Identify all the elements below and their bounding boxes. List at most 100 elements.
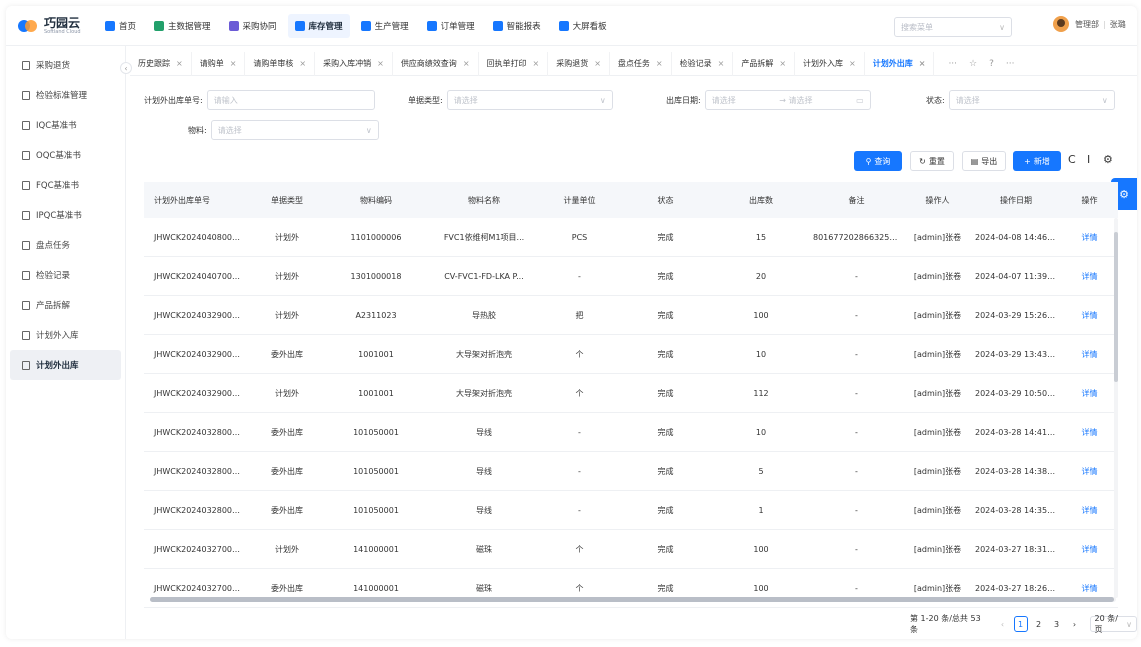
page-button[interactable]: 2 (1032, 616, 1046, 632)
tab-4[interactable]: 供应商绩效查询 × (393, 51, 479, 76)
column-height-icon[interactable]: I (1087, 153, 1090, 166)
detail-link[interactable]: 详情 (1061, 583, 1118, 594)
nav-item-3[interactable]: 库存管理 (287, 13, 350, 38)
nav-item-1[interactable]: 主数据管理 (147, 14, 218, 38)
close-icon[interactable]: × (594, 59, 601, 68)
tab-6[interactable]: 采购退货 × (548, 51, 610, 76)
more-icon[interactable]: ··· (948, 59, 957, 69)
tab-7[interactable]: 盘点任务 × (610, 51, 672, 76)
close-icon[interactable]: × (463, 59, 470, 68)
tab-3[interactable]: 采购入库冲销 × (315, 51, 393, 76)
material-select[interactable]: 请选择 ∨ (210, 120, 379, 140)
reset-button[interactable]: ↻ 重置 (910, 151, 954, 171)
table-row[interactable]: JHWCK2024032900001 计划外 1001001 大导架对折泡壳 个 完成 11… (144, 374, 1118, 413)
sidebar-item-1[interactable]: 检验标准管理 (6, 80, 125, 110)
table-row[interactable]: JHWCK2024032800007 委外出库 101050001 导线 - 完成 10 - [… (144, 413, 1118, 452)
table-row[interactable]: JHWCK2024040800002 计划外 1101000006 FVC1依维柯M1… (144, 218, 1118, 257)
help-icon[interactable]: ? (989, 59, 994, 69)
detail-link[interactable]: 详情 (1061, 232, 1118, 243)
user-menu[interactable]: 管理部 | 张璐 (1053, 16, 1126, 32)
table-cell: CV-FVC1-FD-LKA P... (444, 271, 524, 281)
close-icon[interactable]: × (919, 59, 926, 68)
table-row[interactable]: JHWCK2024032700025 计划外 141000001 磁珠 个 完成 100 - [… (144, 530, 1118, 569)
table-cell: 计划外 (275, 544, 299, 554)
detail-link[interactable]: 详情 (1061, 310, 1118, 321)
page-button[interactable]: 1 (1013, 616, 1028, 632)
table-row[interactable]: JHWCK2024032900002 委外出库 1001001 大导架对折泡壳 个 完成 1… (144, 335, 1118, 374)
export-button[interactable]: ▤ 导出 (962, 151, 1006, 171)
table-row[interactable]: JHWCK2024032800002 委外出库 101050001 导线 - 完成 5 - [a… (144, 452, 1118, 491)
close-icon[interactable]: × (779, 59, 786, 68)
detail-link[interactable]: 详情 (1061, 271, 1118, 282)
tab-8[interactable]: 检验记录 × (672, 51, 734, 76)
nav-item-6[interactable]: 智能报表 (486, 14, 548, 38)
star-icon[interactable]: ☆ (969, 59, 977, 69)
tab-1[interactable]: 请购单 × (192, 51, 246, 76)
table-row[interactable]: JHWCK2024032900003 计划外 A2311023 导热胶 把 完成 100 - [… (144, 296, 1118, 335)
page-size-select[interactable]: 20 条/页 ∨ (1089, 614, 1137, 634)
detail-link[interactable]: 详情 (1061, 505, 1118, 516)
sidebar-item-2[interactable]: IQC基准书 (6, 110, 125, 140)
query-button[interactable]: ⚲ 查询 (854, 151, 902, 171)
doc-type-select[interactable]: 请选择 ∨ (446, 90, 613, 110)
close-icon[interactable]: × (299, 59, 306, 68)
settings-icon[interactable]: ⚙ (1103, 153, 1113, 166)
detail-link[interactable]: 详情 (1061, 427, 1118, 438)
sidebar-item-9[interactable]: 计划外入库 (6, 320, 125, 350)
close-icon[interactable]: × (533, 59, 540, 68)
order-no-input[interactable]: 请输入 (206, 90, 375, 110)
add-button[interactable]: + 新增 (1013, 151, 1061, 171)
detail-link[interactable]: 详情 (1061, 388, 1118, 399)
nav-item-2[interactable]: 采购协同 (222, 14, 284, 38)
sidebar-item-label: 计划外入库 (36, 331, 79, 341)
date-range-picker[interactable]: 请选择 → 请选择 ▭ (704, 90, 871, 110)
status-select[interactable]: 请选择 ∨ (948, 90, 1115, 110)
nav-item-5[interactable]: 订单管理 (420, 14, 482, 38)
table-cell: 完成 (657, 232, 674, 242)
table-row[interactable]: JHWCK2024032800001 委外出库 101050001 导线 - 完成 1 - [a… (144, 491, 1118, 530)
more-icon[interactable]: ··· (1006, 59, 1015, 69)
close-icon[interactable]: × (718, 59, 725, 68)
table-row[interactable]: JHWCK2024032700024 委外出库 141000001 磁珠 个 完成 100 -… (144, 569, 1118, 608)
tab-0[interactable]: 历史跟踪 × (130, 51, 192, 76)
sidebar-item-6[interactable]: 盘点任务 (6, 230, 125, 260)
nav-item-4[interactable]: 生产管理 (354, 14, 416, 38)
nav-item-0[interactable]: 首页 (98, 14, 143, 38)
menu-search-input[interactable]: 搜索菜单 ∨ (894, 17, 1012, 37)
refresh-icon[interactable]: C (1068, 153, 1076, 166)
nav-menu: 首页 主数据管理 采购协同 库存管理 生产管理 订单管理 智能报表 大屏看板 (98, 6, 618, 46)
tab-11[interactable]: 计划外出库 × (865, 51, 935, 76)
tab-9[interactable]: 产品拆解 × (733, 51, 796, 76)
tab-5[interactable]: 回执单打印 × (479, 51, 549, 76)
tab-10[interactable]: 计划外入库 × (795, 51, 865, 76)
close-icon[interactable]: × (176, 59, 183, 68)
close-icon[interactable]: × (656, 59, 663, 68)
next-page-button[interactable]: › (1068, 616, 1082, 632)
detail-link[interactable]: 详情 (1061, 544, 1118, 555)
sidebar-item-7[interactable]: 检验记录 (6, 260, 125, 290)
sidebar-item-10[interactable]: 计划外出库 (10, 350, 121, 380)
nav-icon (426, 20, 437, 31)
close-icon[interactable]: × (230, 59, 237, 68)
close-icon[interactable]: × (377, 59, 384, 68)
tab-2[interactable]: 请购单审核 × (245, 51, 316, 76)
column-header: 操作 (1081, 195, 1098, 205)
nav-item-7[interactable]: 大屏看板 (552, 14, 614, 38)
logo[interactable]: 巧园云 Softland Cloud (18, 17, 98, 35)
material-label: 物料: (188, 125, 207, 135)
sidebar-item-3[interactable]: OQC基准书 (6, 140, 125, 170)
prev-page-button[interactable]: ‹ (996, 616, 1010, 632)
sidebar-item-5[interactable]: IPQC基准书 (6, 200, 125, 230)
plus-icon: + (1024, 156, 1031, 166)
vertical-scrollbar[interactable] (1114, 218, 1118, 598)
page-button[interactable]: 3 (1050, 616, 1064, 632)
sidebar-item-4[interactable]: FQC基准书 (6, 170, 125, 200)
horizontal-scrollbar[interactable] (150, 597, 1116, 602)
sidebar-item-8[interactable]: 产品拆解 (6, 290, 125, 320)
close-icon[interactable]: × (849, 59, 856, 68)
add-label: 新增 (1033, 156, 1050, 166)
table-row[interactable]: JHWCK2024040700002 计划外 1301000018 CV-FVC1-F… (144, 257, 1118, 296)
sidebar-item-0[interactable]: 采购退货 (6, 50, 125, 80)
detail-link[interactable]: 详情 (1061, 466, 1118, 477)
detail-link[interactable]: 详情 (1061, 349, 1118, 360)
